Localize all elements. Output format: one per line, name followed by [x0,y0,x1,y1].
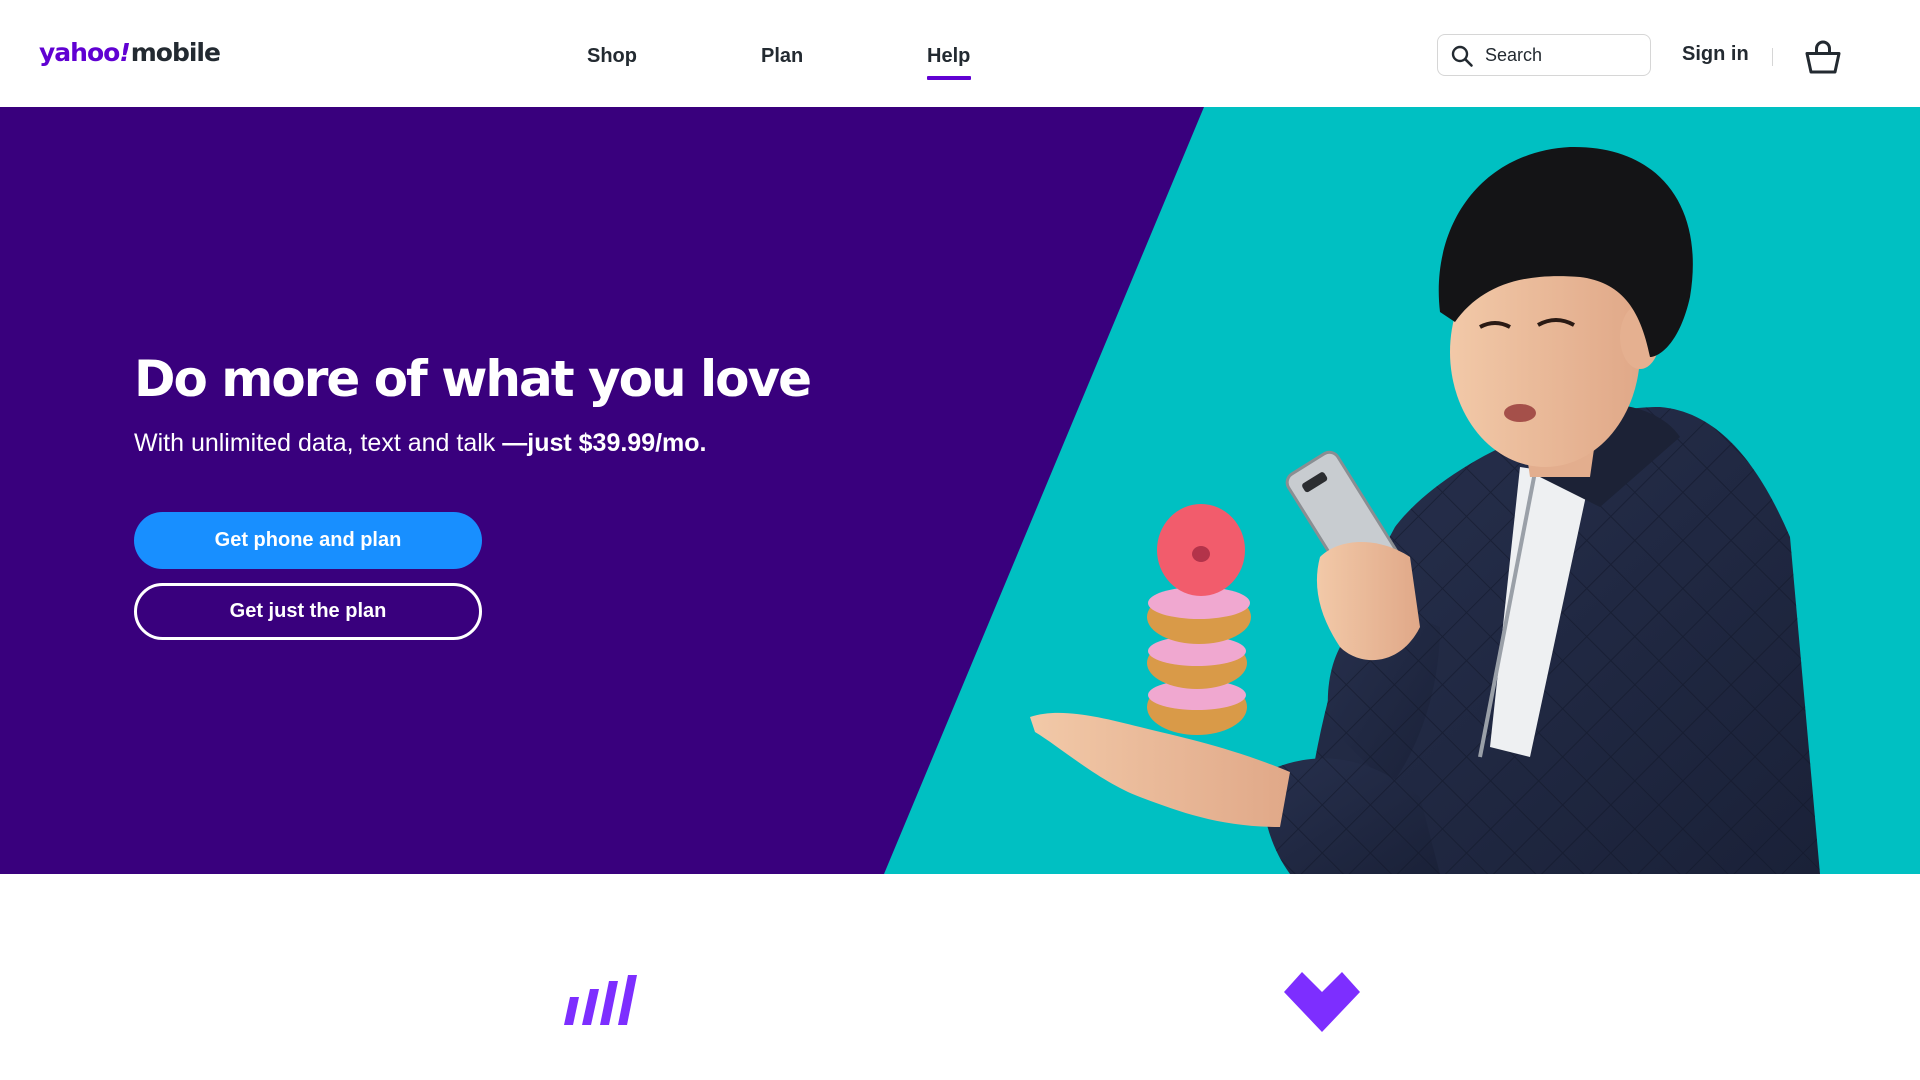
nav-active-indicator [927,76,971,80]
shopping-basket-icon [1805,40,1841,74]
header-divider [1772,48,1773,66]
sign-in-link[interactable]: Sign in [1682,43,1749,66]
signal-bars-icon [564,975,637,1025]
logo-mobile-text: mobile [130,38,221,67]
nav-plan[interactable]: Plan [761,45,803,68]
hero-purple-panel [0,107,1204,874]
nav-help[interactable]: Help [927,45,970,68]
nav-shop[interactable]: Shop [587,45,637,68]
hero-banner: Do more of what you love With unlimited … [0,107,1920,874]
hero-subtitle: With unlimited data, text and talk —just… [134,429,707,458]
heart-icon [1284,972,1360,1032]
search-input[interactable] [1485,35,1645,75]
hero-title: Do more of what you love [134,350,812,408]
get-just-the-plan-button[interactable]: Get just the plan [134,583,482,640]
cart-button[interactable] [1804,38,1842,76]
yahoo-mobile-logo[interactable]: yahoo! mobile [39,38,221,76]
get-phone-and-plan-button[interactable]: Get phone and plan [134,512,482,569]
search-box[interactable] [1437,34,1651,76]
search-icon [1451,45,1473,67]
hero-subtitle-text: With unlimited data, text and talk [134,429,503,457]
logo-yahoo-text: yahoo [39,38,120,67]
hero-price: —just $39.99/mo. [502,429,707,457]
logo-exclamation: ! [119,38,130,67]
site-header: yahoo!mobile Shop Plan Help Sign in [0,0,1920,107]
